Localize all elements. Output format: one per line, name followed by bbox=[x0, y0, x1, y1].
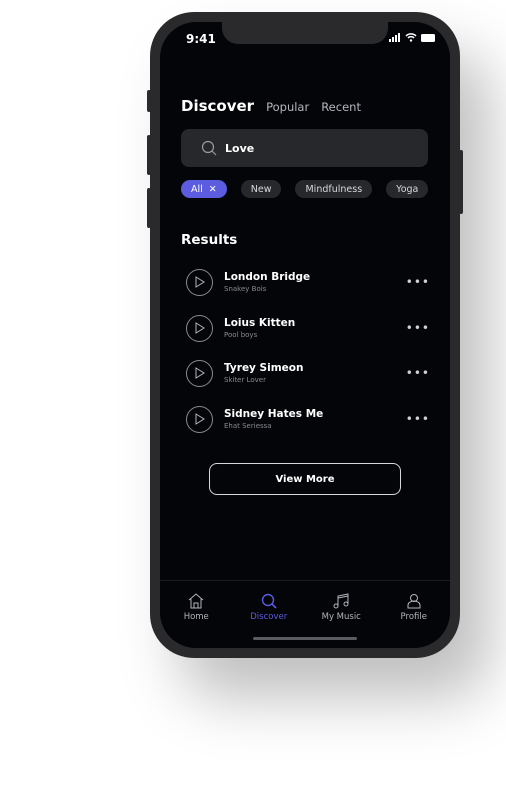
play-button[interactable] bbox=[186, 314, 213, 342]
track-artist: Ehat Seriessa bbox=[224, 422, 272, 430]
search-input[interactable]: Love bbox=[181, 129, 428, 167]
nav-home[interactable]: Home bbox=[166, 593, 226, 648]
nav-label: Discover bbox=[250, 612, 288, 622]
signal-icon bbox=[389, 33, 400, 42]
track-title: Loius Kitten bbox=[224, 317, 296, 329]
home-icon bbox=[188, 593, 204, 609]
home-indicator bbox=[253, 637, 357, 640]
more-options-icon[interactable]: ••• bbox=[406, 321, 430, 335]
search-value: Love bbox=[225, 141, 255, 155]
status-icons bbox=[389, 33, 436, 42]
view-more-button[interactable]: View More bbox=[209, 463, 401, 495]
profile-icon bbox=[407, 594, 421, 609]
track-artist: Snakey Bois bbox=[224, 285, 267, 293]
track-artist: Skiter Lover bbox=[224, 376, 266, 384]
nav-label: Profile bbox=[400, 612, 427, 622]
tab-popular[interactable]: Popular bbox=[266, 100, 309, 114]
nav-profile[interactable]: Profile bbox=[384, 593, 444, 648]
list-item[interactable]: Tyrey Simeon Skiter Lover ••• bbox=[186, 358, 430, 388]
volume-down-button bbox=[147, 188, 151, 228]
chip-mindfulness[interactable]: Mindfulness bbox=[295, 180, 373, 198]
mute-switch bbox=[147, 90, 151, 112]
chip-yoga[interactable]: Yoga bbox=[386, 180, 429, 198]
play-button[interactable] bbox=[186, 268, 213, 296]
wifi-icon bbox=[405, 33, 417, 42]
notch bbox=[222, 22, 388, 44]
play-icon bbox=[195, 367, 205, 379]
play-button[interactable] bbox=[186, 405, 213, 433]
header-tabs: Discover Popular Recent bbox=[181, 97, 361, 115]
play-icon bbox=[195, 413, 205, 425]
more-options-icon[interactable]: ••• bbox=[406, 412, 430, 426]
track-artist: Pool boys bbox=[224, 331, 258, 339]
chip-label: All bbox=[191, 183, 203, 195]
list-item[interactable]: Sidney Hates Me Ehat Seriessa ••• bbox=[186, 404, 430, 434]
list-item[interactable]: London Bridge Snakey Bois ••• bbox=[186, 267, 430, 297]
play-icon bbox=[195, 322, 205, 334]
more-options-icon[interactable]: ••• bbox=[406, 275, 430, 289]
track-title: Tyrey Simeon bbox=[224, 362, 304, 374]
nav-label: My Music bbox=[321, 612, 361, 622]
track-title: London Bridge bbox=[224, 271, 311, 283]
list-item[interactable]: Loius Kitten Pool boys ••• bbox=[186, 313, 430, 343]
tab-discover[interactable]: Discover bbox=[181, 97, 254, 115]
nav-label: Home bbox=[183, 612, 209, 622]
music-note-icon bbox=[333, 593, 349, 609]
volume-up-button bbox=[147, 135, 151, 175]
power-button bbox=[459, 150, 463, 214]
filter-chips: All ✕ New Mindfulness Yoga bbox=[181, 180, 429, 198]
more-options-icon[interactable]: ••• bbox=[406, 366, 430, 380]
chip-all[interactable]: All ✕ bbox=[181, 180, 227, 198]
battery-icon bbox=[421, 33, 435, 42]
play-button[interactable] bbox=[186, 359, 213, 387]
results-heading: Results bbox=[181, 232, 238, 248]
chip-new[interactable]: New bbox=[240, 180, 282, 198]
play-icon bbox=[195, 276, 205, 288]
search-icon bbox=[201, 140, 217, 156]
status-time: 9:41 bbox=[186, 32, 216, 46]
close-icon[interactable]: ✕ bbox=[209, 184, 217, 195]
track-title: Sidney Hates Me bbox=[224, 408, 324, 420]
app-screen: 9:41 Discover Popular Recent Love All ✕ N… bbox=[160, 22, 450, 648]
search-icon bbox=[261, 593, 277, 609]
tab-recent[interactable]: Recent bbox=[321, 100, 361, 114]
